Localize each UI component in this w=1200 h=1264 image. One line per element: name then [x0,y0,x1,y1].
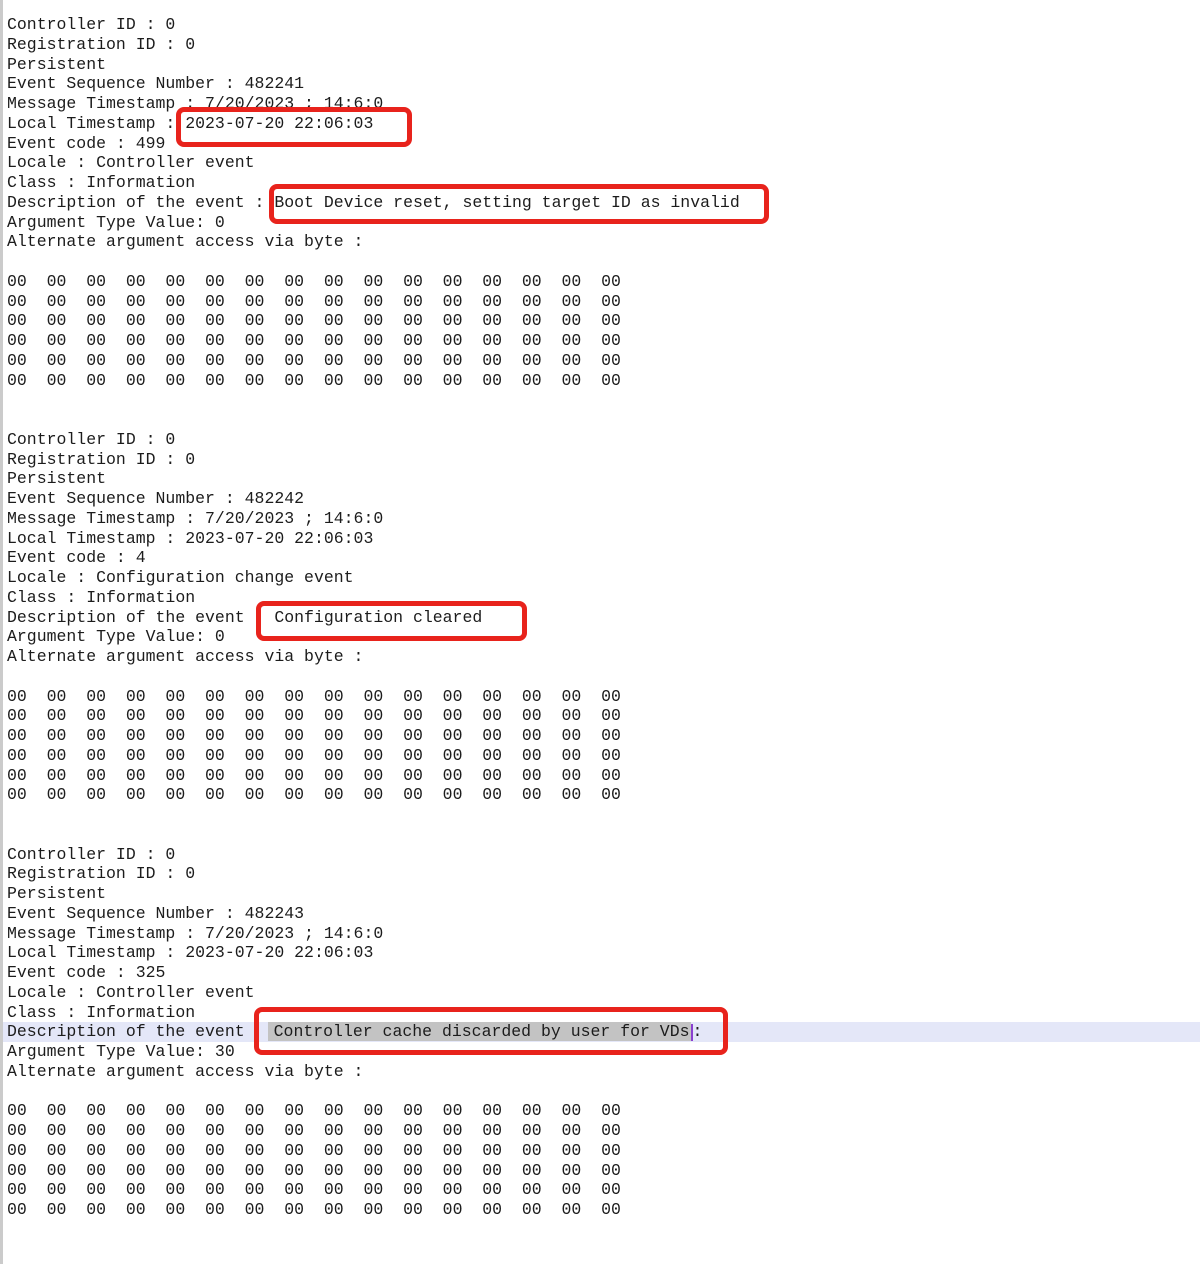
blank-line [0,252,1200,272]
class-line: Class : Information [0,173,1200,193]
blank-line [0,390,1200,410]
message-timestamp-line: Message Timestamp : 7/20/2023 ; 14:6:0 [0,924,1200,944]
local-timestamp-line: Local Timestamp : 2023-07-20 22:06:03 [0,943,1200,963]
description-suffix: : [693,1022,703,1041]
event-code-line: Event code : 4 [0,548,1200,568]
selected-text: Controller cache discarded by user for V… [268,1022,691,1041]
event-code-line: Event code : 499 [0,134,1200,154]
blank-line [0,825,1200,845]
persistent-line: Persistent [0,55,1200,75]
argument-type-line: Argument Type Value: 0 [0,627,1200,647]
argument-type-line: Argument Type Value: 0 [0,213,1200,233]
alternate-argument-line: Alternate argument access via byte : [0,232,1200,252]
hex-dump-row: 00 00 00 00 00 00 00 00 00 00 00 00 00 0… [0,687,1200,707]
sequence-number-line: Event Sequence Number : 482243 [0,904,1200,924]
hex-dump-row: 00 00 00 00 00 00 00 00 00 00 00 00 00 0… [0,785,1200,805]
blank-line [0,805,1200,825]
event-code-line: Event code : 325 [0,963,1200,983]
description-value: Configuration cleared [274,608,482,627]
blank-line [0,667,1200,687]
persistent-line: Persistent [0,469,1200,489]
controller-id-line: Controller ID : 0 [0,430,1200,450]
description-line: Description of the event : Boot Device r… [0,193,1200,213]
local-timestamp-line: Local Timestamp : 2023-07-20 22:06:03 [0,114,1200,134]
persistent-line: Persistent [0,884,1200,904]
hex-dump-row: 00 00 00 00 00 00 00 00 00 00 00 00 00 0… [0,1141,1200,1161]
locale-line: Locale : Configuration change event [0,568,1200,588]
event-record-1: Controller ID : 0 Registration ID : 0 Pe… [0,15,1200,430]
locale-line: Locale : Controller event [0,983,1200,1003]
log-text-area[interactable]: Controller ID : 0 Registration ID : 0 Pe… [0,15,1200,1259]
sequence-number-line: Event Sequence Number : 482241 [0,74,1200,94]
alternate-argument-line: Alternate argument access via byte : [0,1062,1200,1082]
blank-line [0,1220,1200,1240]
description-label: Description of the event [7,608,245,627]
class-line: Class : Information [0,1003,1200,1023]
hex-dump-row: 00 00 00 00 00 00 00 00 00 00 00 00 00 0… [0,371,1200,391]
registration-id-line: Registration ID : 0 [0,35,1200,55]
event-log-page: Controller ID : 0 Registration ID : 0 Pe… [0,0,1200,1264]
description-line: Description of the event Configuration cl… [0,608,1200,628]
alternate-argument-line: Alternate argument access via byte : [0,647,1200,667]
local-timestamp-line: Local Timestamp : 2023-07-20 22:06:03 [0,529,1200,549]
event-record-2: Controller ID : 0 Registration ID : 0 Pe… [0,430,1200,845]
description-label: Description of the event [7,1022,245,1041]
hex-dump-row: 00 00 00 00 00 00 00 00 00 00 00 00 00 0… [0,272,1200,292]
hex-dump-row: 00 00 00 00 00 00 00 00 00 00 00 00 00 0… [0,1121,1200,1141]
hex-dump-row: 00 00 00 00 00 00 00 00 00 00 00 00 00 0… [0,766,1200,786]
hex-dump-row: 00 00 00 00 00 00 00 00 00 00 00 00 00 0… [0,351,1200,371]
message-timestamp-line: Message Timestamp : 7/20/2023 ; 14:6:0 [0,509,1200,529]
argument-type-line: Argument Type Value: 30 [0,1042,1200,1062]
registration-id-line: Registration ID : 0 [0,864,1200,884]
message-timestamp-line: Message Timestamp : 7/20/2023 ; 14:6:0 [0,94,1200,114]
description-line-selected[interactable]: Description of the event Controller cache… [0,1022,1200,1042]
hex-dump-row: 00 00 00 00 00 00 00 00 00 00 00 00 00 0… [0,292,1200,312]
hex-dump-row: 00 00 00 00 00 00 00 00 00 00 00 00 00 0… [0,1200,1200,1220]
class-line: Class : Information [0,588,1200,608]
controller-id-line: Controller ID : 0 [0,845,1200,865]
hex-dump-row: 00 00 00 00 00 00 00 00 00 00 00 00 00 0… [0,311,1200,331]
blank-line [0,1082,1200,1102]
event-record-3: Controller ID : 0 Registration ID : 0 Pe… [0,845,1200,1260]
hex-dump-row: 00 00 00 00 00 00 00 00 00 00 00 00 00 0… [0,746,1200,766]
locale-line: Locale : Controller event [0,153,1200,173]
hex-dump-row: 00 00 00 00 00 00 00 00 00 00 00 00 00 0… [0,1101,1200,1121]
hex-dump-row: 00 00 00 00 00 00 00 00 00 00 00 00 00 0… [0,706,1200,726]
hex-dump-row: 00 00 00 00 00 00 00 00 00 00 00 00 00 0… [0,726,1200,746]
blank-line [0,1240,1200,1260]
left-border-strip [0,0,3,1264]
controller-id-line: Controller ID : 0 [0,15,1200,35]
blank-line [0,410,1200,430]
hex-dump-row: 00 00 00 00 00 00 00 00 00 00 00 00 00 0… [0,1180,1200,1200]
hex-dump-row: 00 00 00 00 00 00 00 00 00 00 00 00 00 0… [0,1161,1200,1181]
registration-id-line: Registration ID : 0 [0,450,1200,470]
sequence-number-line: Event Sequence Number : 482242 [0,489,1200,509]
hex-dump-row: 00 00 00 00 00 00 00 00 00 00 00 00 00 0… [0,331,1200,351]
